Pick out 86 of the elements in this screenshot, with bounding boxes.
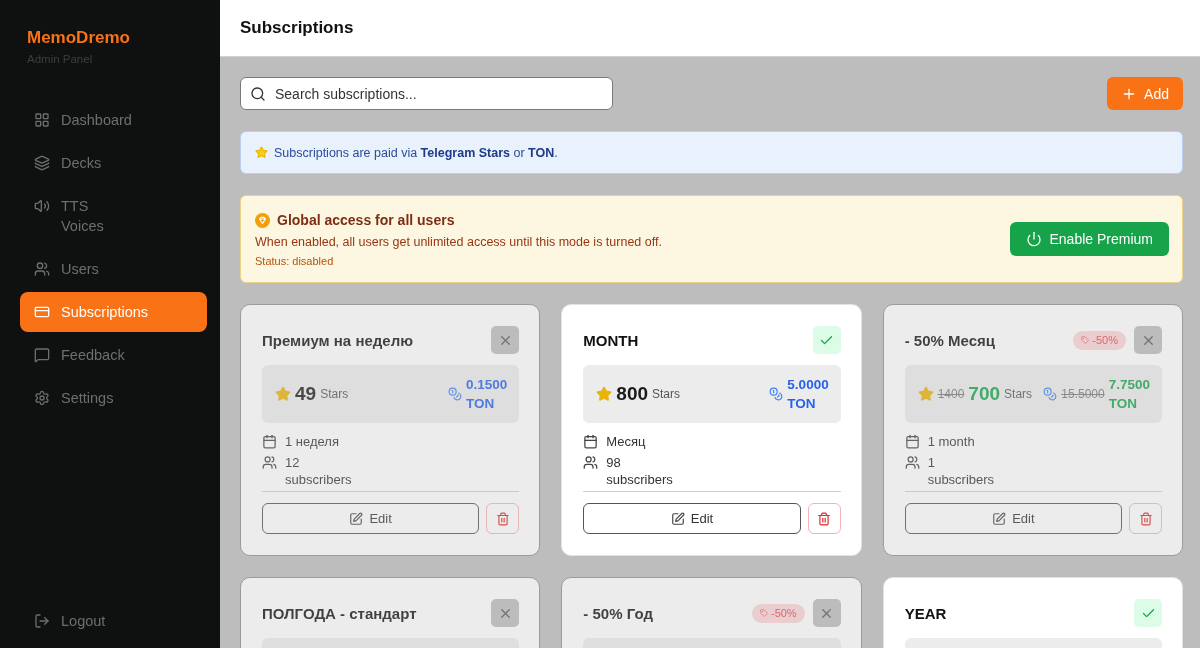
credit-card-icon [34,304,50,320]
discount-text: -50% [770,607,797,619]
nav-item[interactable]: Settings [20,378,207,418]
discount-text: -50% [1092,334,1118,346]
calendar-icon [904,434,920,449]
power-icon [1025,231,1042,247]
coins-icon [448,387,463,401]
plan-title: Премиум на неделю [262,331,414,349]
trash-icon [1138,511,1153,526]
brand-name: MemoDremo [26,28,130,48]
logout-button[interactable]: Logout [20,601,207,641]
search-field[interactable]: Search subscriptions... [240,77,613,110]
users-icon [904,455,920,470]
pencil-icon [349,511,364,526]
status-toggle[interactable] [491,326,520,354]
status-toggle[interactable] [491,599,520,627]
users-icon [34,261,50,277]
tag-icon [1081,336,1090,344]
coins-icon [769,387,784,401]
nav-item[interactable]: Subscriptions [20,292,207,332]
star-icon [596,386,613,402]
delete-button[interactable] [1129,503,1162,534]
ton-price: 7.7500 TON [1108,376,1150,413]
old-ton-price: 15.5000 [1061,387,1105,401]
delete-button[interactable] [486,503,520,534]
star-icon [917,386,934,402]
gem-icon [255,212,270,228]
ton-price: 5.0000 TON [787,376,829,413]
star-price: 49 [295,383,317,405]
calendar-icon [583,434,599,449]
premium-status: Status: disabled [255,254,334,268]
coins-icon [1043,387,1058,401]
pencil-icon [992,511,1007,526]
premium-description: When enabled, all users get unlimited access until this mode is turned off. [255,234,662,251]
status-toggle[interactable] [1134,599,1162,627]
trash-icon [495,511,510,526]
premium-title: Global access for all users [277,211,455,230]
stars-unit: Stars [652,387,681,401]
plan-title: YEAR [904,604,948,622]
edit-button[interactable]: Edit [583,503,801,534]
ton-price: 0.1500 TON [466,376,508,413]
nav-item[interactable]: TTS Voices [20,186,207,246]
chat-bubble-icon [34,347,50,363]
info-text: Subscriptions are paid via Telegram Stars or TON. [274,145,558,160]
old-star-price: 1400 [937,387,965,401]
nav-item[interactable]: Decks [20,143,207,183]
subscriber-count: 98 subscribers [606,454,673,488]
star-price: 700 [968,383,1001,405]
plan-title: ПОЛГОДА - стандарт [262,604,418,622]
star-price: 800 [616,383,649,405]
edit-button[interactable]: Edit [262,503,480,534]
layers-icon [34,155,50,171]
users-icon [583,455,599,470]
status-toggle[interactable] [1134,326,1162,354]
nav-item[interactable]: Users [20,249,207,289]
plan-title: - 50% Месяц [904,331,996,349]
speaker-icon [34,198,50,214]
plan-title: MONTH [583,331,640,349]
subscriber-count: 1 subscribers [927,454,995,488]
tag-icon [759,609,768,617]
subscriber-count: 12 subscribers [285,454,352,488]
stars-unit: Stars [1004,387,1033,401]
duration-text: 1 month [927,433,975,450]
edit-button[interactable]: Edit [904,503,1122,534]
duration-text: Месяц [606,433,646,450]
plan-title: - 50% Год [583,604,654,622]
stars-unit: Stars [320,387,349,401]
page-title: Subscriptions [240,18,354,38]
trash-icon [817,511,832,526]
users-icon [262,455,277,470]
calendar-icon [262,434,277,449]
star-icon [255,146,268,159]
enable-premium-button[interactable]: Enable Premium [1009,222,1169,256]
settings-icon [34,390,50,406]
status-toggle[interactable] [812,326,841,354]
nav-item[interactable]: Dashboard [20,100,207,140]
logout-icon [34,613,50,629]
star-icon [275,386,291,402]
duration-text: 1 неделя [285,433,339,450]
nav-item[interactable]: Feedback [20,335,207,375]
delete-button[interactable] [807,503,841,534]
add-button[interactable]: Add [1107,77,1183,110]
search-icon [250,85,266,102]
grid-icon [34,112,50,128]
status-toggle[interactable] [812,599,841,627]
pencil-icon [670,511,685,526]
